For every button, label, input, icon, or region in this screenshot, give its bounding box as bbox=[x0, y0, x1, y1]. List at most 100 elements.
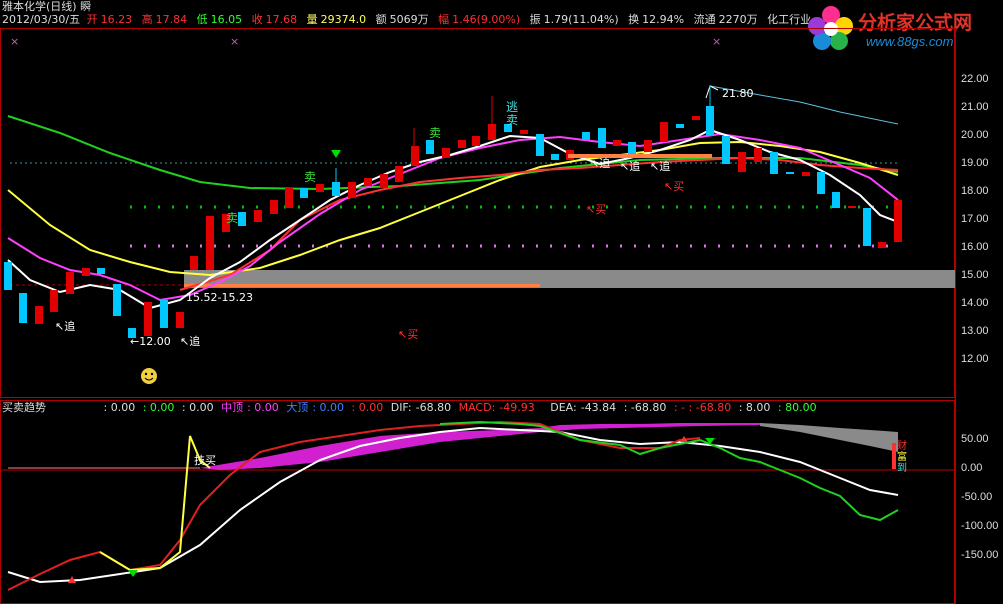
buy-signal: ↖买 bbox=[664, 180, 684, 193]
mid-top-value: : 0.00 bbox=[247, 401, 279, 414]
indicator-name: 买卖趋势 bbox=[2, 401, 46, 414]
price-tick: 22.00 bbox=[961, 73, 989, 85]
orange-zone-band bbox=[184, 284, 540, 287]
price-tick: 17.00 bbox=[961, 213, 989, 225]
top-marker: × bbox=[10, 35, 19, 48]
candle bbox=[551, 154, 559, 160]
candle bbox=[316, 184, 324, 192]
candle bbox=[660, 122, 668, 142]
top-marker: × bbox=[230, 35, 239, 48]
candle bbox=[113, 284, 121, 316]
candle bbox=[35, 306, 43, 324]
indicator-value: : 8.00 bbox=[738, 401, 771, 414]
candle bbox=[270, 200, 278, 214]
candle bbox=[582, 132, 590, 140]
chase-signal: ↖追 bbox=[55, 319, 75, 333]
candle bbox=[66, 272, 74, 294]
price-tick: 13.00 bbox=[961, 325, 989, 337]
candle bbox=[786, 172, 794, 174]
fu-label: 富 bbox=[897, 450, 907, 463]
gray-fill-band bbox=[760, 423, 898, 452]
candle bbox=[97, 268, 105, 274]
candle bbox=[144, 302, 152, 336]
macd-tick: 50.00 bbox=[961, 433, 989, 445]
macd-tick: -100.00 bbox=[961, 520, 999, 532]
sell-signal: 卖 bbox=[226, 211, 238, 225]
indicator-value: : 0.00 bbox=[181, 401, 214, 414]
macd-value: -49.93 bbox=[499, 401, 535, 414]
big-top-label: 大顶 bbox=[286, 401, 309, 414]
candle bbox=[770, 152, 778, 174]
chart-canvas: × × × 21.80 15.52-15.23 ←12.00 ↖追 ↖追 ↖追 … bbox=[2, 35, 955, 591]
candle bbox=[863, 208, 871, 246]
chase-signal: ↖追 bbox=[180, 334, 200, 348]
candle bbox=[348, 182, 356, 198]
indicator-value: : - : -68.80 bbox=[673, 401, 732, 414]
price-tick: 14.00 bbox=[961, 297, 989, 309]
smiley-icon bbox=[141, 368, 157, 384]
chase-signal: ↖追 bbox=[650, 159, 670, 173]
indicator-value: : 0.00 bbox=[142, 401, 175, 414]
dif-value: -68.80 bbox=[415, 401, 452, 414]
macd-tick: -150.00 bbox=[961, 549, 999, 561]
dea-label: DEA: bbox=[550, 401, 577, 414]
candle bbox=[676, 124, 684, 128]
mid-top-label: 中顶 bbox=[221, 401, 244, 414]
candle bbox=[4, 262, 12, 290]
candle bbox=[520, 130, 528, 134]
price-tick: 21.00 bbox=[961, 101, 989, 113]
dea-value: -43.84 bbox=[580, 401, 617, 414]
candle bbox=[598, 128, 606, 148]
low-label: ←12.00 bbox=[130, 335, 171, 348]
candle bbox=[832, 192, 840, 208]
candle bbox=[50, 290, 58, 312]
top-marker: × bbox=[712, 35, 721, 48]
cai-label: 财 bbox=[897, 439, 907, 452]
peak-price-label: 21.80 bbox=[722, 87, 754, 100]
candle bbox=[82, 268, 90, 276]
candle bbox=[722, 136, 730, 164]
peak-marker-line bbox=[705, 85, 719, 99]
candle bbox=[802, 172, 810, 176]
status-bar bbox=[892, 443, 896, 469]
candle bbox=[190, 256, 198, 270]
chase-signal: ↖追 bbox=[620, 159, 640, 173]
candle bbox=[613, 140, 621, 146]
price-axis: 22.00 21.00 20.00 19.00 18.00 17.00 16.0… bbox=[955, 28, 1003, 604]
candle bbox=[894, 200, 902, 242]
indicator-value: : 80.00 bbox=[777, 401, 817, 414]
sell-signal: 卖 bbox=[506, 113, 518, 127]
candle bbox=[160, 300, 168, 328]
candle bbox=[472, 136, 480, 146]
candle bbox=[380, 174, 388, 188]
dif-white-line bbox=[7, 426, 899, 584]
price-tick: 19.00 bbox=[961, 157, 989, 169]
candle bbox=[176, 312, 184, 328]
candle bbox=[458, 140, 466, 148]
candle bbox=[19, 293, 27, 323]
indicator-header: 买卖趋势 : 0.00 : 0.00 : 0.00 中顶: 0.00 大顶: 0… bbox=[2, 401, 821, 415]
candle bbox=[300, 188, 308, 198]
indicator-value: : 0.00 bbox=[103, 401, 136, 414]
candle bbox=[395, 166, 403, 182]
candle bbox=[426, 140, 434, 154]
candle bbox=[738, 152, 746, 172]
indicator-value: : -68.80 bbox=[623, 401, 667, 414]
sell-signal: 卖 bbox=[429, 126, 441, 140]
candle bbox=[754, 148, 762, 162]
sell-signal: 卖 bbox=[304, 170, 316, 184]
indicator-value: : 0.00 bbox=[351, 401, 384, 414]
candle bbox=[238, 212, 246, 226]
candle bbox=[817, 172, 825, 194]
candle bbox=[285, 188, 293, 208]
candle bbox=[878, 242, 886, 248]
candle bbox=[692, 116, 700, 120]
price-tick: 18.00 bbox=[961, 185, 989, 197]
buy-signal: ↖买 bbox=[586, 203, 606, 216]
candle bbox=[254, 210, 262, 222]
price-tick: 20.00 bbox=[961, 129, 989, 141]
buy-signal: ↖买 bbox=[398, 328, 418, 341]
price-tick: 16.00 bbox=[961, 241, 989, 253]
macd-tick: -50.00 bbox=[961, 491, 993, 503]
candle bbox=[644, 140, 652, 152]
